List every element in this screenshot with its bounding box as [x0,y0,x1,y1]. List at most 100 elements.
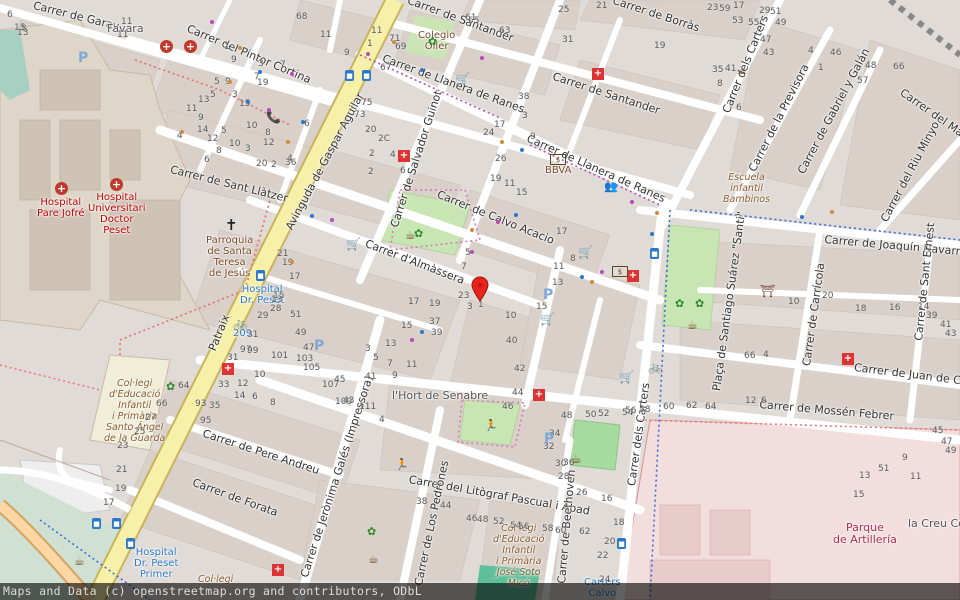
house-number: 48 [865,61,877,71]
house-number: 9 [392,371,398,381]
house-number: 35 [209,401,221,411]
bus-stop-icon[interactable]: ■ [362,70,371,81]
cafe-icon[interactable]: ☕ [74,554,85,568]
house-number: 8 [265,128,271,138]
house-number: 18 [855,304,867,314]
parking-icon[interactable]: P [543,287,553,303]
house-number: 26 [576,488,588,498]
playground-icon[interactable]: ✿ [428,35,437,48]
bicycle-icon[interactable]: 🚲 [648,360,663,374]
house-number: 19 [490,174,502,184]
hospital-icon[interactable]: + [110,178,123,191]
shopping-cart-icon[interactable]: 🛒 [455,72,470,86]
house-number: 3 [365,344,371,354]
pharmacy-icon[interactable]: + [222,363,234,375]
place-label-creu: la Creu Co [908,517,960,530]
playground-icon[interactable]: ✿ [414,227,423,240]
bus-stop-icon[interactable]: ■ [126,538,135,549]
shopping-cart-icon[interactable]: 🛒 [619,370,634,384]
amenity-dot-icon [238,46,242,50]
playground-icon[interactable]: ✿ [367,525,376,538]
house-number: 45 [334,375,346,385]
house-number: 23 [458,291,470,301]
amenity-dot-icon [330,218,334,222]
house-number: 24 [483,128,495,138]
shopping-cart-icon[interactable]: 🛒 [540,312,555,326]
shopping-cart-icon[interactable]: 🛒 [578,245,593,259]
house-number: 8 [216,146,222,156]
pharmacy-icon[interactable]: + [592,68,604,80]
bus-stop-icon[interactable]: ■ [112,518,121,529]
amenity-dot-icon [180,130,184,134]
house-number: 7 [461,262,467,272]
hospital-icon[interactable]: + [55,182,68,195]
bus-stop-icon[interactable]: ■ [256,270,265,281]
fitness-icon[interactable]: 🏃 [395,458,409,471]
people-icon[interactable]: 👥 [604,180,618,193]
playground-swing-icon[interactable]: ⛩ [760,284,775,298]
house-number: 47 [760,35,772,45]
pharmacy-icon[interactable]: + [627,270,639,282]
amenity-dot-icon [470,228,474,232]
house-number: 3 [522,111,528,121]
amenity-dot-icon [290,72,294,76]
parking-icon[interactable]: P [78,50,88,66]
amenity-dot-icon [228,80,232,84]
bicycle-icon[interactable]: 🚲 [233,316,248,330]
parking-icon[interactable]: P [544,431,554,447]
bus-stop-icon[interactable]: ■ [92,518,101,529]
pharmacy-icon[interactable]: + [842,353,854,365]
location-pin-icon[interactable] [470,276,490,302]
hospital-icon[interactable]: + [160,40,173,53]
house-number: 99 [247,346,259,356]
amenity-dot-icon [800,215,804,219]
place-label-parque: Parque de Artillería [833,521,897,546]
bus-stop-icon[interactable]: ■ [345,70,354,81]
bank-icon[interactable]: $ [550,154,566,165]
house-number: 3 [467,302,473,312]
house-number: 25 [558,5,570,15]
bus-stop-icon[interactable]: ■ [650,248,659,259]
map-canvas[interactable]: Carrer de Garay Carrer del Pintor Cortina… [0,0,960,600]
house-number: 60 [555,526,567,536]
playground-icon[interactable]: ✿ [675,297,684,310]
playground-icon[interactable]: ✿ [166,380,175,393]
hospital-icon[interactable]: + [184,40,197,53]
cafe-icon[interactable]: ☕ [571,452,582,466]
amenity-dot-icon [500,140,504,144]
house-number: 18 [613,518,625,528]
cafe-icon[interactable]: ☕ [368,552,379,566]
house-number: 28 [270,304,282,314]
playground-icon[interactable]: ✿ [695,297,704,310]
house-number: 16 [889,303,901,313]
bus-stop-icon[interactable]: ■ [617,538,626,549]
church-icon[interactable]: ✝ [225,216,238,234]
house-number: 75 [361,98,373,108]
house-number: 8 [717,79,723,89]
house-number: 12 [263,138,275,148]
house-number: 17 [556,227,568,237]
cafe-icon[interactable]: ☕ [687,318,698,332]
bank-icon[interactable]: $ [612,266,628,277]
amenity-dot-icon [210,20,214,24]
pharmacy-icon[interactable]: + [533,389,545,401]
house-number: 2 [369,149,375,159]
phone-icon[interactable]: 📞 [266,110,281,124]
house-number: 67 [380,63,392,73]
house-number: 1 [367,39,373,49]
shopping-cart-icon[interactable]: 🛒 [346,237,361,251]
house-number: 111 [359,402,377,412]
parking-icon[interactable]: P [314,338,324,354]
house-number: 4 [379,415,385,425]
house-number: 62 [686,401,698,411]
house-number: 13 [17,28,29,38]
cafe-icon[interactable]: ☕ [736,63,747,77]
place-label-parroquia: Parroquia de Santa Teresa de Jesús [206,235,254,279]
pharmacy-icon[interactable]: + [272,564,284,576]
place-label-bbva: BBVA [545,165,572,176]
pharmacy-icon[interactable]: + [398,150,410,162]
house-number: 13 [385,339,397,349]
fitness-icon[interactable]: 🏃 [484,419,498,432]
house-number: 20 [604,537,616,547]
house-number: 13 [552,278,564,288]
